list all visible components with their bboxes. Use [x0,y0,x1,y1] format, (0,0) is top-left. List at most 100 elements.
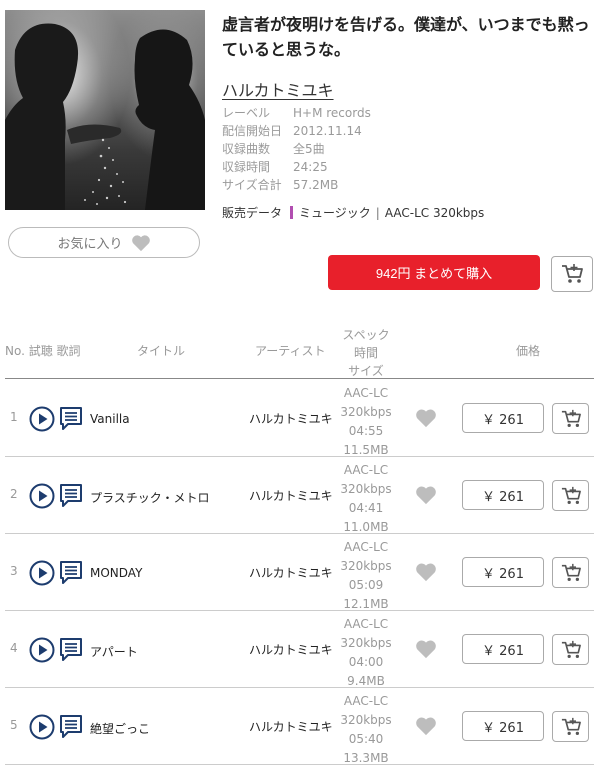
track-duration: 04:41 [348,501,384,515]
buy-all-button[interactable]: 942円 まとめて購入 [328,255,540,290]
track-duration: 05:09 [348,578,384,592]
track-spec: AAC-LC 320kbps 04:55 11.5MB [335,384,397,460]
column-header-price: 価格 [516,344,541,358]
track-row: 1 Vanilla ハルカトミユキ AAC-LC 320kbps 04:55 1… [0,380,605,457]
add-track-to-cart-button[interactable] [552,711,589,742]
track-artist[interactable]: ハルカトミユキ [249,410,333,427]
meta-row-total-size: サイズ合計 57.2MB [222,176,371,194]
column-header-duration-label: 時間 [353,346,378,360]
track-price-button[interactable]: ￥ 261 [462,480,544,510]
meta-row-duration: 収録時間 24:25 [222,158,371,176]
meta-value: 57.2MB [293,178,339,192]
track-number: 1 [10,410,18,424]
track-codec: AAC-LC [343,617,389,631]
album-cover [5,10,205,210]
track-title[interactable]: 絶望ごっこ [90,720,150,737]
lyrics-icon[interactable] [59,714,83,740]
heart-icon[interactable] [415,639,437,659]
row-divider [5,764,594,765]
track-number: 4 [10,641,18,655]
track-number: 3 [10,564,18,578]
sales-format: AAC-LC 320kbps [384,205,485,220]
play-circle-icon[interactable] [29,560,55,586]
cart-icon [561,486,581,504]
cart-icon [561,717,581,735]
column-header-no: No. 試聴 歌詞 [5,344,81,358]
add-track-to-cart-button[interactable] [552,403,589,434]
track-number: 5 [10,718,18,732]
meta-key: 収録時間 [222,160,271,174]
cart-icon [561,563,581,581]
artist-link[interactable]: ハルカトミユキ [222,77,334,101]
track-spec: AAC-LC 320kbps 04:00 9.4MB [335,615,397,691]
track-codec: AAC-LC [343,540,389,554]
track-artist[interactable]: ハルカトミユキ [249,487,333,504]
meta-key: 配信開始日 [222,124,283,138]
favorite-button[interactable]: お気に入り [8,227,200,258]
add-track-to-cart-button[interactable] [552,480,589,511]
sales-category: ミュージック [299,206,371,220]
track-row: 5 絶望ごっこ ハルカトミユキ AAC-LC 320kbps 05:40 13.… [0,688,605,765]
play-circle-icon[interactable] [29,714,55,740]
column-header-title: タイトル [137,344,186,358]
track-price-button[interactable]: ￥ 261 [462,711,544,741]
play-circle-icon[interactable] [29,483,55,509]
meta-row-track-count: 収録曲数 全5曲 [222,140,371,158]
lyrics-icon[interactable] [59,637,83,663]
lyrics-icon[interactable] [59,560,83,586]
track-row: 3 MONDAY ハルカトミユキ AAC-LC 320kbps 05:09 12… [0,534,605,611]
track-artist[interactable]: ハルカトミユキ [249,718,333,735]
play-circle-icon[interactable] [29,637,55,663]
track-codec: AAC-LC [343,386,389,400]
meta-value: 2012.11.14 [293,124,362,138]
album-title: 虚言者が夜明けを告げる。僕達が、いつまでも黙っていると思うな。 [222,15,590,59]
track-title[interactable]: アパート [90,643,138,660]
track-bitrate: 320kbps [340,559,392,573]
track-price-button[interactable]: ￥ 261 [462,403,544,433]
track-spec: AAC-LC 320kbps 05:40 13.3MB [335,692,397,768]
play-circle-icon[interactable] [29,406,55,432]
heart-icon[interactable] [415,408,437,428]
track-title[interactable]: プラスチック・メトロ [90,489,210,506]
meta-key: 収録曲数 [222,142,271,156]
lyrics-icon[interactable] [59,483,83,509]
cart-icon [561,640,581,658]
cart-icon [561,409,581,427]
track-bitrate: 320kbps [340,636,392,650]
favorite-label: お気に入り [57,237,123,252]
add-track-to-cart-button[interactable] [552,634,589,665]
album-meta: レーベル H+M records 配信開始日 2012.11.14 収録曲数 全5曲 … [222,104,371,194]
track-artist[interactable]: ハルカトミユキ [249,564,333,581]
add-album-to-cart-button[interactable] [551,256,593,292]
track-bitrate: 320kbps [340,482,392,496]
category-mark [290,206,294,219]
sales-data: 販売データ ミュージック | AAC-LC 320kbps [222,204,484,221]
column-header-artist: アーティスト [255,344,326,358]
track-number: 2 [10,487,18,501]
track-title[interactable]: Vanilla [90,412,130,426]
track-duration: 04:55 [348,424,384,438]
heart-icon[interactable] [415,485,437,505]
heart-icon[interactable] [415,562,437,582]
track-artist[interactable]: ハルカトミユキ [249,641,333,658]
track-duration: 05:40 [348,732,384,746]
track-price-button[interactable]: ￥ 261 [462,557,544,587]
track-title[interactable]: MONDAY [90,566,142,580]
track-codec: AAC-LC [343,694,389,708]
track-row: 2 プラスチック・メトロ ハルカトミユキ AAC-LC 320kbps 04:4… [0,457,605,534]
meta-value: H+M records [293,106,371,120]
column-header-spec-label: スペック [342,328,390,342]
add-track-to-cart-button[interactable] [552,557,589,588]
track-row: 4 アパート ハルカトミユキ AAC-LC 320kbps 04:00 9.4M… [0,611,605,688]
heart-icon[interactable] [415,716,437,736]
cart-icon [562,264,583,283]
track-duration: 04:00 [348,655,384,669]
track-size: 13.3MB [343,751,389,765]
column-header-spec: スペック 時間 サイズ [341,326,391,380]
track-price-button[interactable]: ￥ 261 [462,634,544,664]
lyrics-icon[interactable] [59,406,83,432]
sales-label: 販売データ [222,206,283,220]
meta-key: レーベル [222,106,271,120]
track-spec: AAC-LC 320kbps 05:09 12.1MB [335,538,397,614]
header-divider [5,378,594,379]
